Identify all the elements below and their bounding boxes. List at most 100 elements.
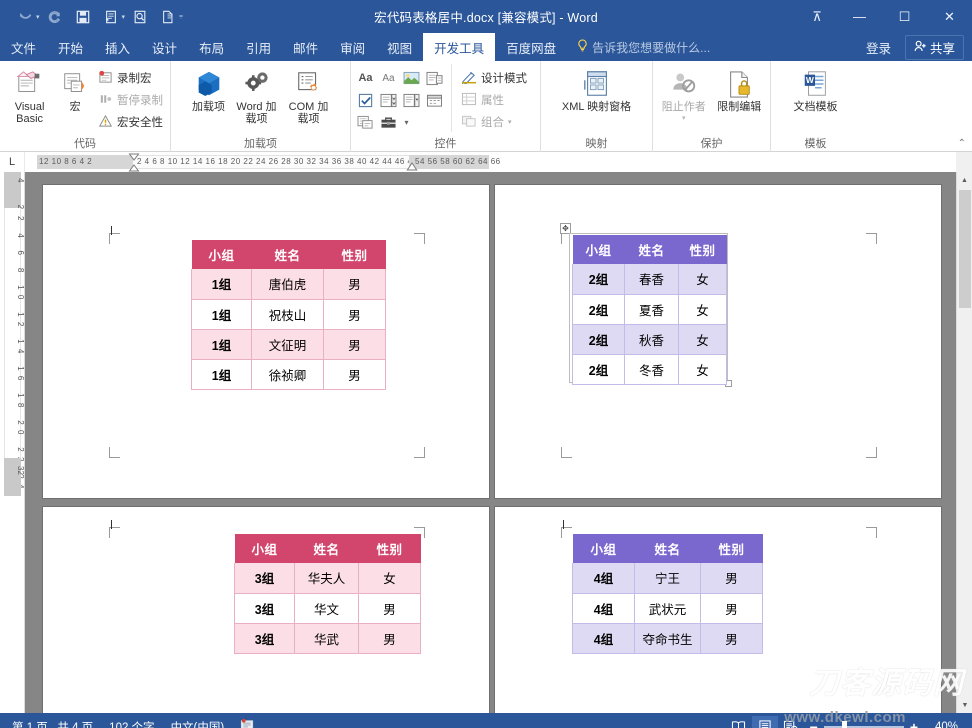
table-group-2[interactable]: 小组 姓名 性别 2组 春香 女 2组 夏香 女 2组 秋香 女 2组 冬香 女	[572, 235, 727, 385]
minimize-button[interactable]: —	[837, 0, 882, 33]
plain-text-control-icon[interactable]: Aa	[378, 68, 399, 88]
restrict-editing-icon	[725, 67, 753, 101]
xml-mapping-pane-button[interactable]: XML 映射窗格	[547, 64, 647, 113]
table-row: 2组 春香 女	[572, 264, 727, 295]
zoom-in-button[interactable]: +	[910, 719, 918, 728]
group-dropdown-icon: ▾	[508, 119, 512, 126]
tab-mailings[interactable]: 邮件	[282, 33, 329, 61]
tab-references[interactable]: 引用	[235, 33, 282, 61]
word-addins-button[interactable]: Word 加载项	[232, 64, 282, 125]
th-name: 姓名	[624, 235, 679, 264]
vertical-scrollbar[interactable]: ▲ ▼	[956, 172, 972, 713]
tell-me-box[interactable]: 告诉我您想要做什么...	[567, 33, 720, 61]
dropdown-list-control-icon[interactable]	[401, 90, 422, 110]
language-indicator[interactable]: 中文(中国)	[171, 719, 225, 728]
scrollbar-thumb[interactable]	[959, 190, 971, 308]
ribbon-group-code: Visual Basic 宏 录制宏 暂停录制 宏安全性 代码	[0, 61, 170, 152]
visual-basic-icon	[15, 67, 45, 101]
page-2: ✥ 小组 姓名 性别 2组 春香 女 2组 夏香 女 2组 秋香 女 2组 冬香…	[495, 185, 941, 498]
building-block-control-icon[interactable]	[424, 68, 445, 88]
read-mode-button[interactable]	[726, 716, 752, 728]
th-name: 姓名	[251, 240, 324, 269]
date-picker-control-icon[interactable]	[424, 90, 445, 110]
visual-basic-button[interactable]: Visual Basic	[4, 64, 55, 125]
checkbox-control-icon[interactable]	[355, 90, 376, 110]
repeating-section-control-icon[interactable]	[355, 112, 376, 132]
ruler-row: L 12 10 8 6 4 2 2 4 6 8 10 12 14 16 18 2…	[0, 152, 972, 172]
print-layout-button[interactable]	[751, 715, 778, 728]
zoom-percentage[interactable]: 40%	[924, 721, 958, 728]
save-icon[interactable]	[70, 5, 96, 29]
print-preview-icon[interactable]	[127, 5, 153, 29]
page-canvas[interactable]: 小组 姓名 性别 1组 唐伯虎 男 1组 祝枝山 男 1组 文征明 男 1组 徐…	[25, 172, 956, 713]
tab-review[interactable]: 审阅	[329, 33, 376, 61]
undo-dropdown-icon[interactable]: ▾	[36, 13, 40, 21]
macro-security-button[interactable]: 宏安全性	[95, 112, 166, 132]
zoom-slider-thumb[interactable]	[841, 720, 847, 728]
design-mode-icon	[461, 70, 477, 87]
vertical-ruler[interactable]: 4 2 2 4 6 8 10 12 14 16 18 20 22 24 26 2…	[0, 172, 25, 713]
macros-button[interactable]: 宏	[57, 64, 93, 113]
scroll-down-arrow[interactable]: ▼	[957, 697, 972, 713]
com-addins-button[interactable]: COM 加载项	[284, 64, 334, 125]
tab-file[interactable]: 文件	[0, 33, 48, 61]
table-group-1[interactable]: 小组 姓名 性别 1组 唐伯虎 男 1组 祝枝山 男 1组 文征明 男 1组 徐…	[191, 240, 386, 390]
web-layout-button[interactable]	[778, 716, 804, 728]
share-button[interactable]: 共享	[904, 34, 964, 60]
tab-developer[interactable]: 开发工具	[423, 33, 496, 61]
record-macro-button[interactable]: 录制宏	[95, 68, 166, 88]
warning-icon	[98, 114, 113, 131]
store-addins-button[interactable]: 加载项	[188, 64, 230, 113]
word-count[interactable]: 102 个字	[109, 719, 154, 728]
document-template-button[interactable]: W 文档模板	[779, 64, 853, 113]
tab-layout[interactable]: 布局	[188, 33, 235, 61]
tab-view[interactable]: 视图	[376, 33, 423, 61]
tab-design[interactable]: 设计	[141, 33, 188, 61]
pause-icon	[98, 92, 113, 109]
legacy-tools-dropdown-icon[interactable]: ▾	[401, 112, 412, 132]
table-row: 4组 夺命书生 男	[572, 623, 763, 654]
ribbon-display-options-icon[interactable]: ⊼	[797, 0, 837, 33]
tab-insert[interactable]: 插入	[94, 33, 141, 61]
document-area: 4 2 2 4 6 8 10 12 14 16 18 20 22 24 26 2…	[0, 172, 972, 713]
addin-cube-icon	[194, 67, 224, 101]
proofing-icon[interactable]	[240, 718, 254, 728]
design-mode-button[interactable]: 设计模式	[458, 68, 530, 88]
close-button[interactable]: ✕	[927, 0, 972, 33]
tab-stop-selector[interactable]: L	[0, 152, 25, 172]
restrict-editing-button[interactable]: 限制编辑	[713, 64, 767, 113]
rich-text-control-icon[interactable]: Aa	[355, 68, 376, 88]
record-macro-icon	[98, 70, 113, 87]
zoom-out-button[interactable]: −	[810, 719, 818, 728]
scroll-up-arrow[interactable]: ▲	[957, 172, 972, 188]
tab-home[interactable]: 开始	[47, 33, 94, 61]
print-dropdown-icon[interactable]: ▾	[122, 13, 126, 21]
properties-label: 属性	[481, 95, 504, 107]
th-gender: 性别	[323, 240, 386, 269]
right-indent-marker[interactable]	[406, 162, 418, 172]
new-document-icon[interactable]	[155, 5, 181, 29]
picture-control-icon[interactable]	[401, 68, 422, 88]
page-4: 小组 姓名 性别 4组 宁王 男 4组 武状元 男 4组 夺命书生 男	[495, 507, 941, 713]
first-line-indent-marker[interactable]	[128, 153, 140, 172]
ribbon-group-mapping-label: 映射	[585, 138, 608, 150]
redo-icon[interactable]	[42, 5, 68, 29]
tab-baidu-netdisk[interactable]: 百度网盘	[495, 33, 567, 61]
zoom-slider[interactable]	[823, 720, 904, 728]
table-group-4[interactable]: 小组 姓名 性别 4组 宁王 男 4组 武状元 男 4组 夺命书生 男	[572, 534, 763, 654]
maximize-button[interactable]: ☐	[882, 0, 927, 33]
page-indicator[interactable]: 第 1 页 , 共 4 页	[12, 719, 93, 728]
zoom-control[interactable]: − + 40%	[804, 719, 964, 728]
table-group-3[interactable]: 小组 姓名 性别 3组 华夫人 女 3组 华文 男 3组 华武 男	[234, 534, 421, 654]
sign-in-button[interactable]: 登录	[858, 38, 899, 57]
legacy-tools-icon[interactable]	[378, 112, 399, 132]
collapse-ribbon-button[interactable]: ⌃	[958, 138, 966, 149]
combo-box-control-icon[interactable]	[378, 90, 399, 110]
qat-customize-icon[interactable]: ⩦	[179, 13, 183, 21]
horizontal-ruler[interactable]: 12 10 8 6 4 2 2 4 6 8 10 12 14 16 18 20 …	[25, 152, 956, 172]
undo-icon[interactable]	[12, 5, 38, 29]
table-row: 小组 姓名 性别	[572, 534, 763, 563]
table-row: 3组 华夫人 女	[234, 563, 421, 594]
quick-print-icon[interactable]	[98, 5, 124, 29]
ribbon: Visual Basic 宏 录制宏 暂停录制 宏安全性 代码 加载项 Word…	[0, 61, 972, 152]
